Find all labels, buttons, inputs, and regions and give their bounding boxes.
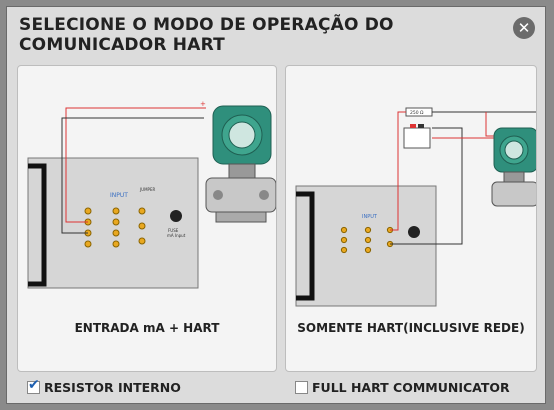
- dialog-title: SELECIONE O MODO DE OPERAÇÃO DO COMUNICA…: [19, 15, 394, 55]
- power-supply: [403, 127, 431, 149]
- terminal: [138, 237, 146, 245]
- calibrator-panel: [295, 185, 437, 307]
- fuse-knob: [408, 226, 420, 238]
- svg-text:JUMPER: JUMPER: [139, 187, 155, 192]
- full-hart-label: FULL HART COMMUNICATOR: [312, 379, 510, 395]
- checkmark-icon: ✔: [28, 376, 40, 393]
- terminal: [364, 226, 372, 234]
- option-hart-only-card[interactable]: 250 Ω INPUT SOMENTE HART(INCLUSIVE REDE): [285, 65, 537, 372]
- terminal: [340, 246, 348, 254]
- svg-text:INPUT: INPUT: [362, 214, 378, 220]
- terminal: [84, 207, 92, 215]
- transmitter-image: [205, 105, 276, 223]
- option-hart-only-label: SOMENTE HART(INCLUSIVE REDE): [297, 321, 525, 335]
- terminal: [340, 236, 348, 244]
- terminal: [84, 240, 92, 248]
- option-ma-hart-label: ENTRADA mA + HART: [74, 321, 220, 335]
- terminal: [340, 226, 348, 234]
- terminal: [112, 207, 120, 215]
- terminal: [112, 229, 120, 237]
- svg-text:+: +: [200, 100, 206, 108]
- svg-text:mA Input: mA Input: [167, 233, 186, 238]
- terminal: [364, 246, 372, 254]
- internal-resistor-checkbox-row[interactable]: ✔ RESISTOR INTERNO: [27, 377, 181, 396]
- full-hart-checkbox-row[interactable]: FULL HART COMMUNICATOR: [295, 378, 510, 396]
- terminal: [138, 207, 146, 215]
- terminal: [138, 222, 146, 230]
- terminal: [112, 218, 120, 226]
- option-ma-hart-card[interactable]: INPUT JUMPER FUSE mA Input + ENTRADA mA …: [17, 65, 277, 372]
- internal-resistor-label: RESISTOR INTERNO: [44, 379, 181, 395]
- svg-text:250 Ω: 250 Ω: [410, 110, 424, 116]
- full-hart-checkbox[interactable]: [295, 380, 308, 394]
- operation-mode-dialog: SELECIONE O MODO DE OPERAÇÃO DO COMUNICA…: [6, 6, 546, 404]
- svg-text:INPUT: INPUT: [110, 192, 128, 199]
- transmitter-image: [491, 127, 536, 207]
- close-icon[interactable]: ✕: [513, 17, 535, 39]
- internal-resistor-checkbox[interactable]: ✔: [27, 377, 40, 394]
- fuse-knob: [170, 210, 182, 222]
- terminal: [364, 236, 372, 244]
- terminal: [112, 240, 120, 248]
